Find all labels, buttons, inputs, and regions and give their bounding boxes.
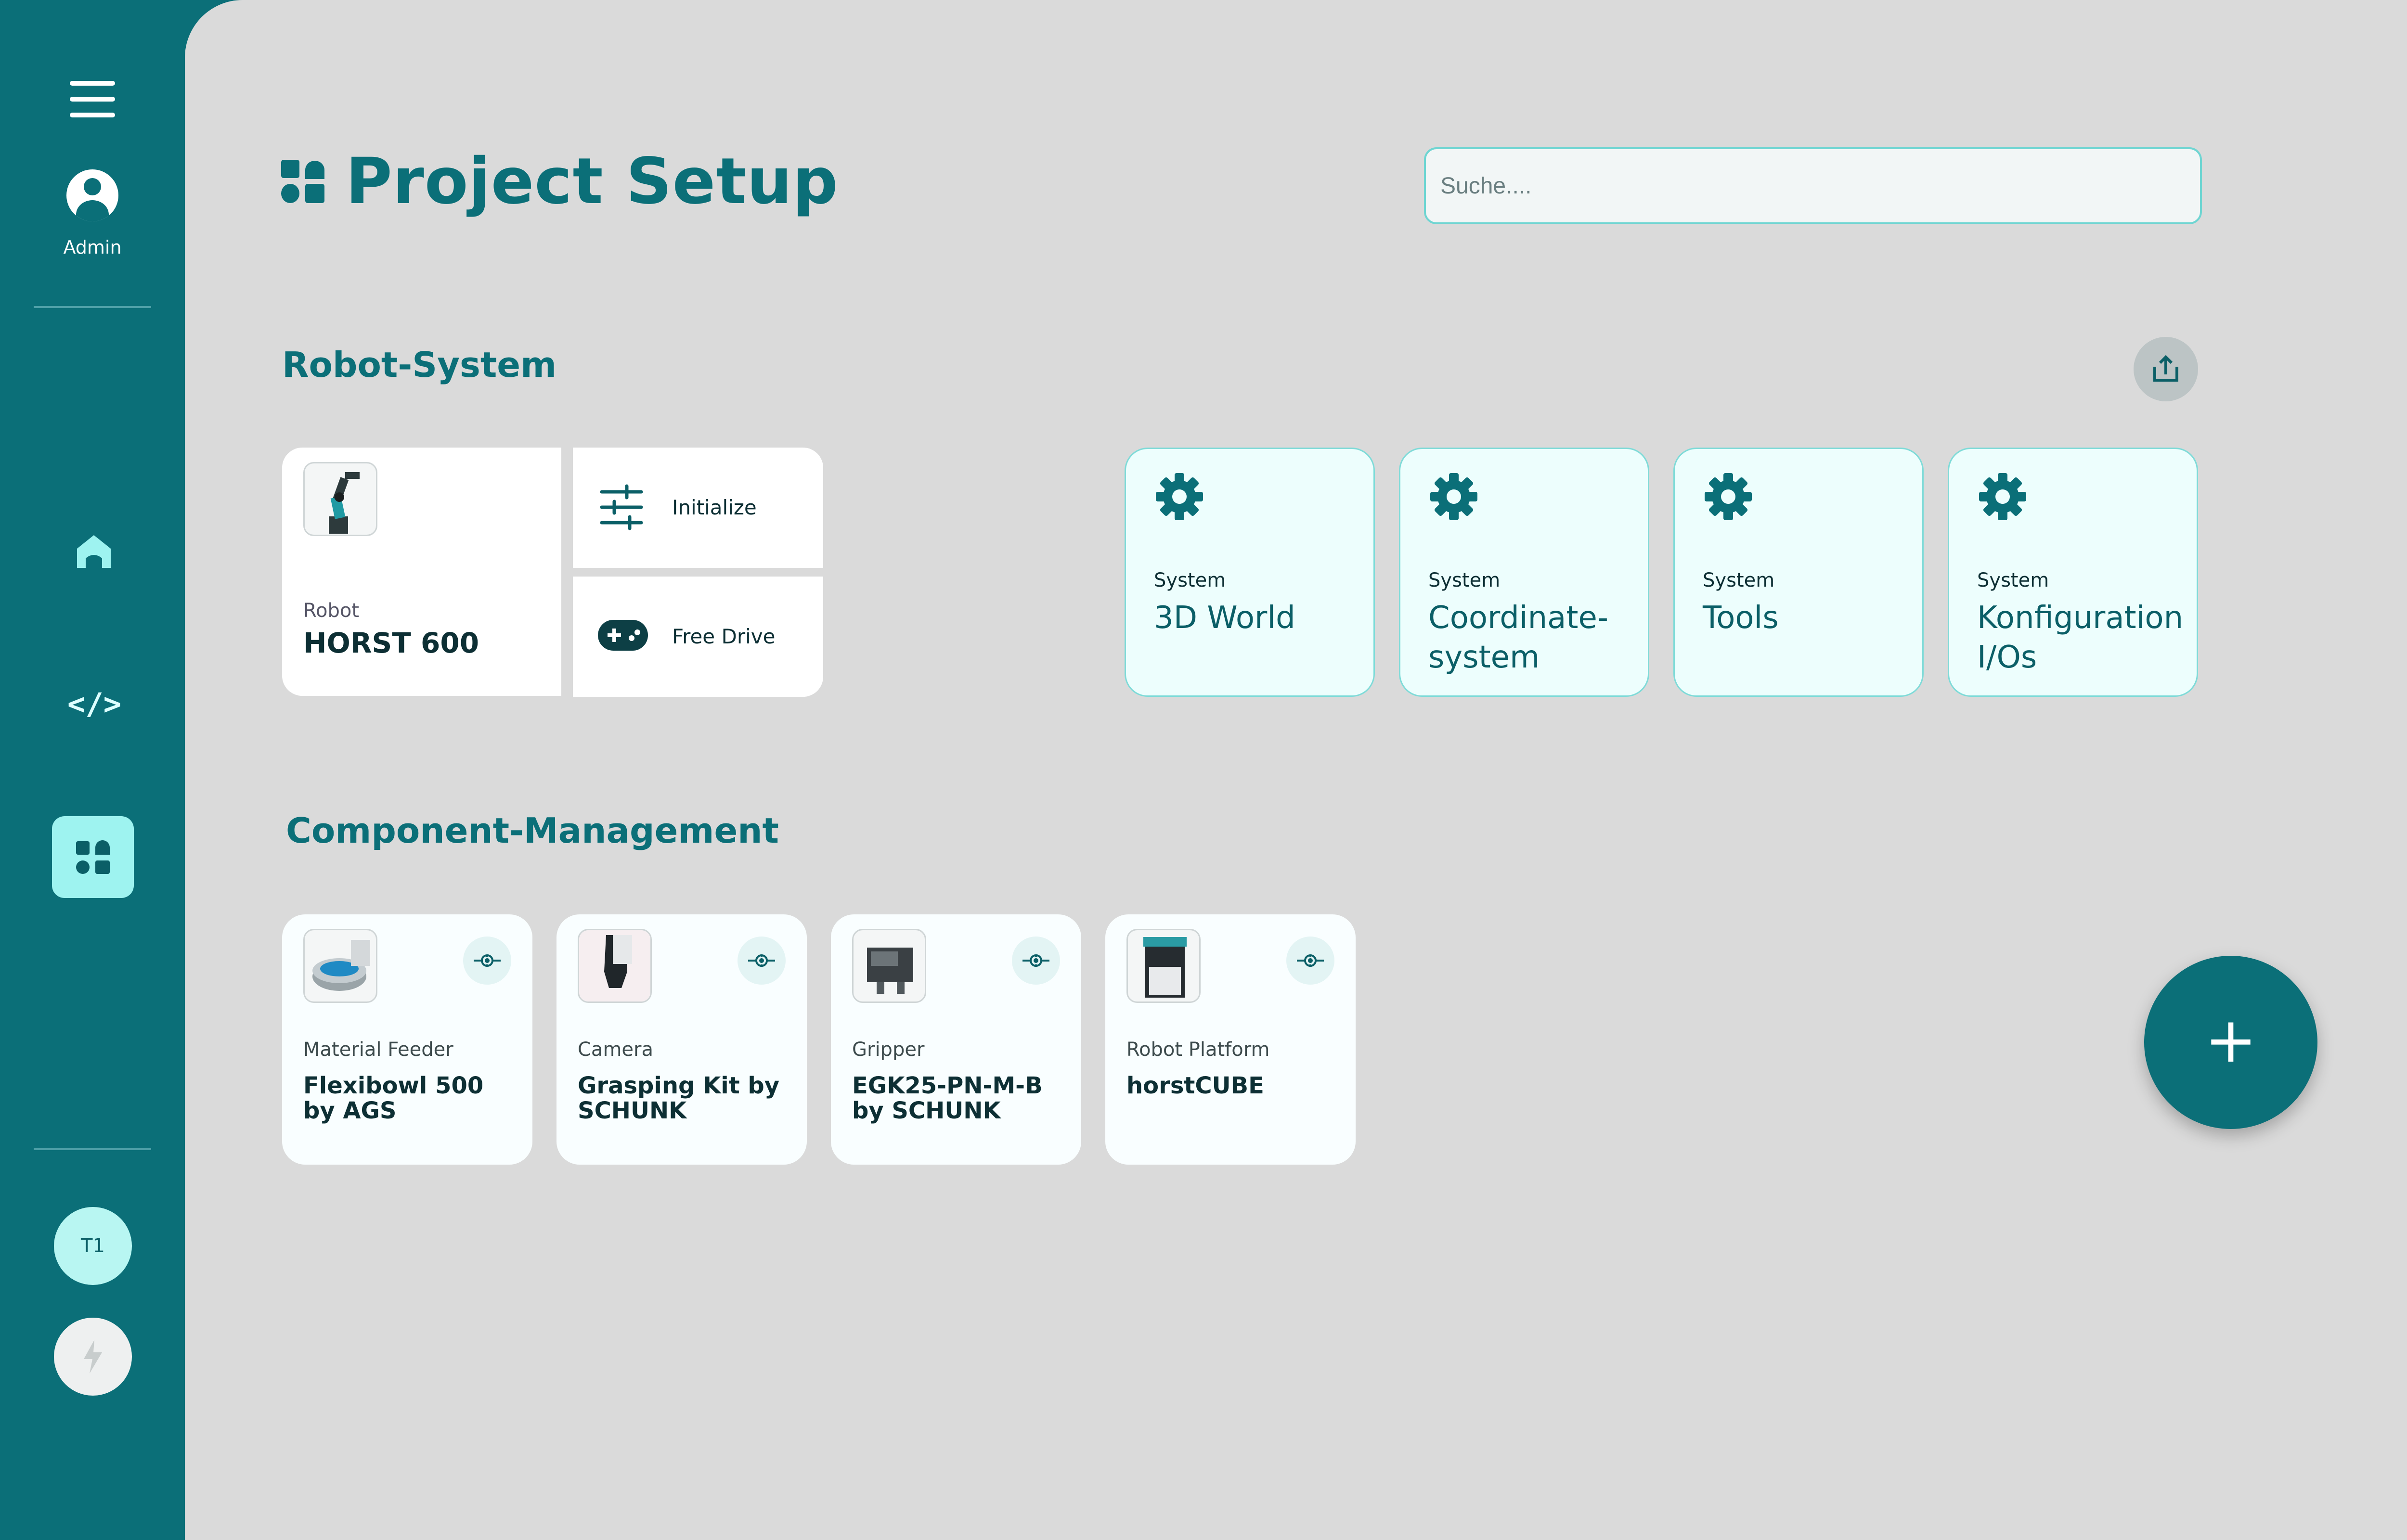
system-card[interactable]: System Coordinate-system	[1399, 448, 1649, 697]
visibility-toggle-icon	[748, 954, 775, 967]
share-button[interactable]	[2134, 337, 2198, 401]
component-card[interactable]: Material Feeder Flexibowl 500 by AGS	[282, 914, 532, 1165]
search-input[interactable]	[1424, 147, 2202, 224]
component-name: Grasping Kit by SCHUNK	[578, 1072, 780, 1124]
free-drive-label: Free Drive	[672, 625, 776, 648]
share-icon	[2153, 355, 2178, 382]
component-thumbnail	[1126, 929, 1201, 1003]
project-setup-icon	[281, 160, 324, 203]
visibility-toggle-icon	[1022, 954, 1049, 967]
code-icon[interactable]: </>	[67, 682, 121, 726]
component-name: horstCUBE	[1126, 1072, 1264, 1099]
system-card-type: System	[1703, 569, 1775, 591]
system-card[interactable]: System 3D World	[1125, 448, 1375, 697]
page-title: Project Setup	[346, 144, 839, 218]
component-type: Gripper	[852, 1039, 925, 1061]
system-card-type: System	[1154, 569, 1226, 591]
robot-name: HORST 600	[303, 627, 479, 659]
system-card-type: System	[1428, 569, 1501, 591]
visibility-toggle-icon	[1297, 954, 1324, 967]
power-bolt-icon[interactable]	[54, 1318, 132, 1396]
component-thumbnail	[303, 929, 377, 1003]
system-card[interactable]: System Tools	[1673, 448, 1924, 697]
gear-icon	[1705, 473, 1752, 520]
system-card-name: 3D World	[1154, 600, 1295, 636]
system-card[interactable]: System Konfiguration I/Os	[1948, 448, 2198, 697]
section-title-component-management: Component-Management	[286, 810, 779, 851]
component-card[interactable]: Gripper EGK25-PN-M-B by SCHUNK	[831, 914, 1081, 1165]
component-name: EGK25-PN-M-B by SCHUNK	[852, 1072, 1043, 1124]
gear-icon	[1156, 473, 1203, 520]
system-card-name: Konfiguration I/Os	[1977, 600, 2184, 675]
initialize-label: Initialize	[672, 496, 757, 519]
component-thumbnail	[852, 929, 926, 1003]
robot-type-label: Robot	[303, 600, 360, 622]
sidebar-divider	[34, 1148, 151, 1150]
component-name: Flexibowl 500 by AGS	[303, 1072, 484, 1124]
sidebar: Admin </> T1	[0, 0, 185, 1540]
visibility-toggle-button[interactable]	[463, 937, 511, 985]
robot-card[interactable]: Robot HORST 600	[282, 448, 561, 696]
system-card-name: Coordinate-system	[1428, 600, 1608, 675]
system-card-name: Tools	[1703, 600, 1779, 636]
visibility-toggle-button[interactable]	[1286, 937, 1334, 985]
gamepad-icon	[598, 620, 648, 651]
component-thumbnail	[578, 929, 652, 1003]
initialize-button[interactable]: Initialize	[573, 448, 823, 568]
visibility-toggle-icon	[474, 954, 501, 967]
system-card-type: System	[1977, 569, 2049, 591]
component-card[interactable]: Robot Platform horstCUBE	[1105, 914, 1356, 1165]
sliders-icon	[600, 484, 643, 530]
component-type: Material Feeder	[303, 1039, 453, 1061]
robot-thumbnail	[303, 462, 377, 536]
add-component-button[interactable]: +	[2144, 956, 2317, 1129]
menu-icon[interactable]	[70, 81, 115, 117]
free-drive-button[interactable]: Free Drive	[573, 577, 823, 697]
gear-icon	[1430, 473, 1477, 520]
user-avatar-icon[interactable]	[66, 169, 118, 221]
visibility-toggle-button[interactable]	[1012, 937, 1060, 985]
page-header: Project Setup	[281, 144, 839, 218]
mode-badge[interactable]: T1	[54, 1207, 132, 1285]
component-type: Camera	[578, 1039, 653, 1061]
sidebar-divider	[34, 306, 151, 308]
gear-icon	[1979, 473, 2026, 520]
main-content: Project Setup Robot-System Robot HORST 6…	[185, 0, 2407, 1540]
user-label: Admin	[63, 237, 122, 258]
component-type: Robot Platform	[1126, 1039, 1270, 1061]
component-card[interactable]: Camera Grasping Kit by SCHUNK	[556, 914, 807, 1165]
project-setup-icon[interactable]	[52, 816, 134, 898]
section-title-robot-system: Robot-System	[282, 345, 557, 385]
visibility-toggle-button[interactable]	[738, 937, 786, 985]
home-icon[interactable]	[72, 529, 116, 573]
